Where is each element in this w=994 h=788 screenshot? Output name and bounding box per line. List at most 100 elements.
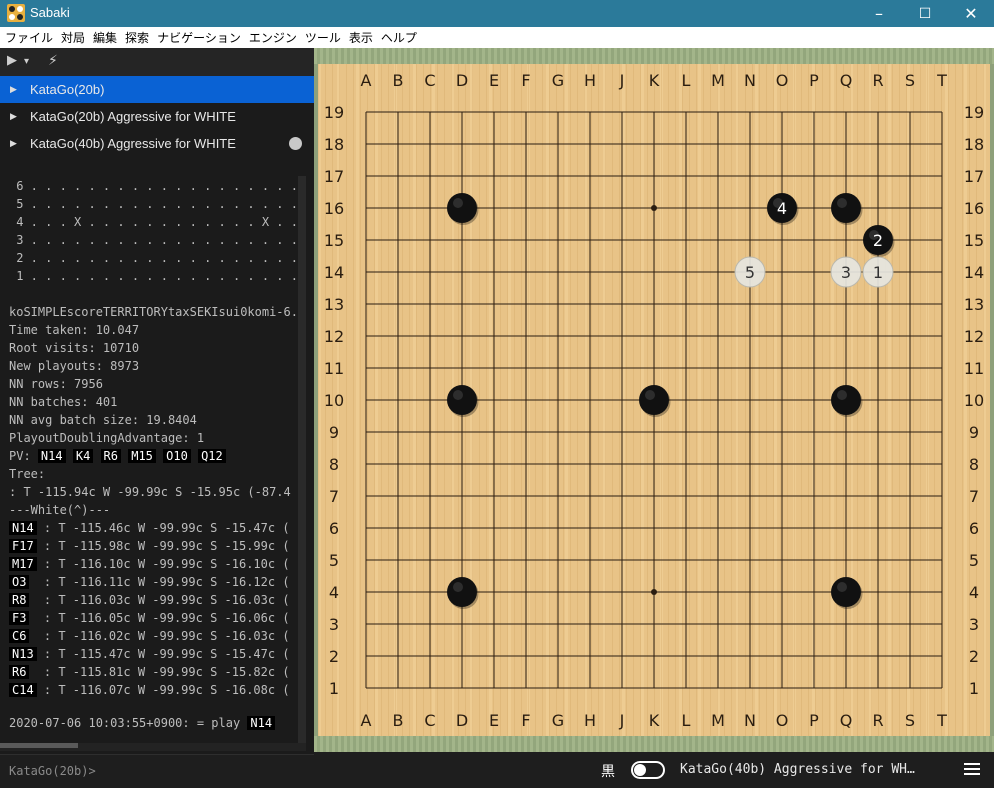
tree-child-line: R6 : T -115.81c W -99.99c S -15.82c ( bbox=[9, 663, 290, 681]
engine-item-katago-20b[interactable]: ▶ KataGo(20b) bbox=[0, 76, 314, 103]
tree-move[interactable]: M17 bbox=[9, 557, 37, 571]
tree-move[interactable]: O3 bbox=[9, 575, 30, 589]
console-line: 2 . . . . . . . . . . . . . . . . . . . … bbox=[9, 251, 306, 265]
gtp-input[interactable]: KataGo(20b)> bbox=[0, 754, 314, 788]
tatami-border bbox=[314, 736, 994, 752]
console-line: 5 . . . . . . . . . . . . . . . . . . . … bbox=[9, 197, 306, 211]
row-coordinate-right: 17 bbox=[964, 167, 984, 186]
gtp-console[interactable]: 6 . . . . . . . . . . . . . . . . . . . … bbox=[0, 176, 306, 751]
pv-move[interactable]: O10 bbox=[163, 449, 191, 463]
column-coordinate-bottom: R bbox=[872, 711, 883, 730]
player-toggle[interactable] bbox=[631, 761, 665, 779]
row-coordinate-right: 9 bbox=[969, 423, 979, 442]
black-stone bbox=[447, 193, 477, 223]
active-engine-name[interactable]: KataGo(40b) Aggressive for WH… bbox=[680, 762, 915, 777]
flash-icon[interactable]: ⚡ bbox=[48, 53, 58, 69]
go-board[interactable]: A A B B C C D D E E F F G G H H J J K K L L M M N N O O P P Q Q R R S S T T 19… bbox=[318, 64, 990, 736]
console-scrollbar[interactable] bbox=[298, 176, 306, 751]
chevron-down-icon[interactable]: ▾ bbox=[24, 56, 29, 67]
column-coordinate-bottom: S bbox=[905, 711, 915, 730]
menu-game[interactable]: 対局 bbox=[56, 28, 88, 49]
row-coordinate-left: 13 bbox=[324, 295, 344, 314]
row-coordinate-left: 3 bbox=[329, 615, 339, 634]
column-coordinate-bottom: G bbox=[552, 711, 564, 730]
black-stone bbox=[639, 385, 669, 415]
tree-move[interactable]: F3 bbox=[9, 611, 30, 625]
row-coordinate-right: 12 bbox=[964, 327, 984, 346]
board-area: A A B B C C D D E E F F G G H H J J K K L L M M N N O O P P Q Q R R S S T T 19… bbox=[314, 48, 994, 752]
engine-item-katago-40b-aggressive[interactable]: ▶ KataGo(40b) Aggressive for WHITE bbox=[0, 130, 314, 157]
tree-stats: : T -116.10c W -99.99c S -16.10c ( bbox=[36, 557, 290, 571]
minimize-button[interactable]: – bbox=[856, 0, 902, 27]
play-response-text: 2020-07-06 10:03:55+0900: = play bbox=[9, 716, 241, 730]
tree-move[interactable]: N13 bbox=[9, 647, 37, 661]
tree-child-line: R8 : T -116.03c W -99.99c S -16.03c ( bbox=[9, 591, 290, 609]
move-number-label: 3 bbox=[841, 263, 851, 282]
hamburger-icon[interactable] bbox=[964, 763, 980, 776]
tree-stats: : T -116.02c W -99.99c S -16.03c ( bbox=[29, 629, 290, 643]
column-coordinate-bottom: J bbox=[619, 711, 625, 730]
expand-caret-icon[interactable]: ▶ bbox=[10, 130, 17, 157]
tree-child-line: O3 : T -116.11c W -99.99c S -16.12c ( bbox=[9, 573, 290, 591]
tree-move[interactable]: F17 bbox=[9, 539, 37, 553]
tree-stats: : T -115.81c W -99.99c S -15.82c ( bbox=[29, 665, 290, 679]
stone-highlight bbox=[837, 198, 847, 208]
row-coordinate-left: 7 bbox=[329, 487, 339, 506]
expand-caret-icon[interactable]: ▶ bbox=[10, 76, 17, 103]
row-coordinate-right: 10 bbox=[964, 391, 984, 410]
expand-caret-icon[interactable]: ▶ bbox=[10, 103, 17, 130]
pv-move[interactable]: M15 bbox=[128, 449, 156, 463]
pv-line: PV: N14 K4 R6 M15 O10 Q12 bbox=[9, 447, 226, 465]
menu-edit[interactable]: 編集 bbox=[88, 28, 120, 49]
column-coordinate-top: K bbox=[649, 71, 660, 90]
tree-move[interactable]: R8 bbox=[9, 593, 30, 607]
row-coordinate-right: 11 bbox=[964, 359, 984, 378]
engine-sidebar: ▶ ▾ ⚡ ▶ KataGo(20b) ▶ KataGo(20b) Aggres… bbox=[0, 48, 314, 788]
console-hscroll-track[interactable] bbox=[0, 743, 306, 751]
stone-highlight bbox=[453, 582, 463, 592]
column-coordinate-bottom: A bbox=[361, 711, 372, 730]
row-coordinate-left: 2 bbox=[329, 647, 339, 666]
pv-move[interactable]: N14 bbox=[37, 449, 66, 463]
console-line: ---White(^)--- bbox=[9, 503, 111, 517]
go-board-svg[interactable]: AABBCCDDEEFFGGHHJJKKLLMMNNOOPPQQRRSSTT19… bbox=[318, 64, 990, 736]
menu-navigation[interactable]: ナビゲーション bbox=[152, 28, 244, 49]
pv-move[interactable]: K4 bbox=[72, 449, 94, 463]
menu-engines[interactable]: エンジン bbox=[244, 28, 300, 49]
row-coordinate-right: 6 bbox=[969, 519, 979, 538]
row-coordinate-right: 19 bbox=[964, 103, 984, 122]
tree-move[interactable]: R6 bbox=[9, 665, 30, 679]
menu-file[interactable]: ファイル bbox=[0, 28, 56, 49]
engine-name: KataGo(20b) Aggressive for WHITE bbox=[30, 109, 236, 124]
engine-name: KataGo(40b) Aggressive for WHITE bbox=[30, 136, 236, 151]
menu-find[interactable]: 探索 bbox=[120, 28, 152, 49]
tree-move[interactable]: C6 bbox=[9, 629, 30, 643]
console-line: 6 . . . . . . . . . . . . . . . . . . . … bbox=[9, 179, 306, 193]
play-icon[interactable]: ▶ bbox=[7, 53, 17, 68]
title-bar: Sabaki – ☐ ✕ bbox=[0, 0, 994, 27]
row-coordinate-left: 4 bbox=[329, 583, 339, 602]
console-line: 4 . . . X . . . . . . . . . . . . X . . … bbox=[9, 215, 306, 229]
star-point bbox=[651, 205, 657, 211]
pv-move[interactable]: Q12 bbox=[198, 449, 226, 463]
engine-item-katago-20b-aggressive[interactable]: ▶ KataGo(20b) Aggressive for WHITE bbox=[0, 103, 314, 130]
maximize-button[interactable]: ☐ bbox=[902, 0, 948, 27]
column-coordinate-top: G bbox=[552, 71, 564, 90]
close-button[interactable]: ✕ bbox=[948, 0, 994, 27]
played-move[interactable]: N14 bbox=[247, 716, 276, 730]
tree-stats: : T -116.03c W -99.99c S -16.03c ( bbox=[29, 593, 290, 607]
row-coordinate-left: 6 bbox=[329, 519, 339, 538]
menu-tools[interactable]: ツール bbox=[300, 28, 344, 49]
row-coordinate-right: 8 bbox=[969, 455, 979, 474]
menu-help[interactable]: ヘルプ bbox=[376, 28, 420, 49]
tree-move[interactable]: N14 bbox=[9, 521, 37, 535]
console-line: Time taken: 10.047 bbox=[9, 323, 140, 337]
tree-move[interactable]: C14 bbox=[9, 683, 37, 697]
console-line: NN batches: 401 bbox=[9, 395, 118, 409]
pv-move[interactable]: R6 bbox=[100, 449, 121, 463]
stone-highlight bbox=[453, 198, 463, 208]
row-coordinate-right: 7 bbox=[969, 487, 979, 506]
menu-view[interactable]: 表示 bbox=[344, 28, 376, 49]
console-hscroll-thumb[interactable] bbox=[0, 743, 78, 748]
column-coordinate-top: B bbox=[393, 71, 404, 90]
